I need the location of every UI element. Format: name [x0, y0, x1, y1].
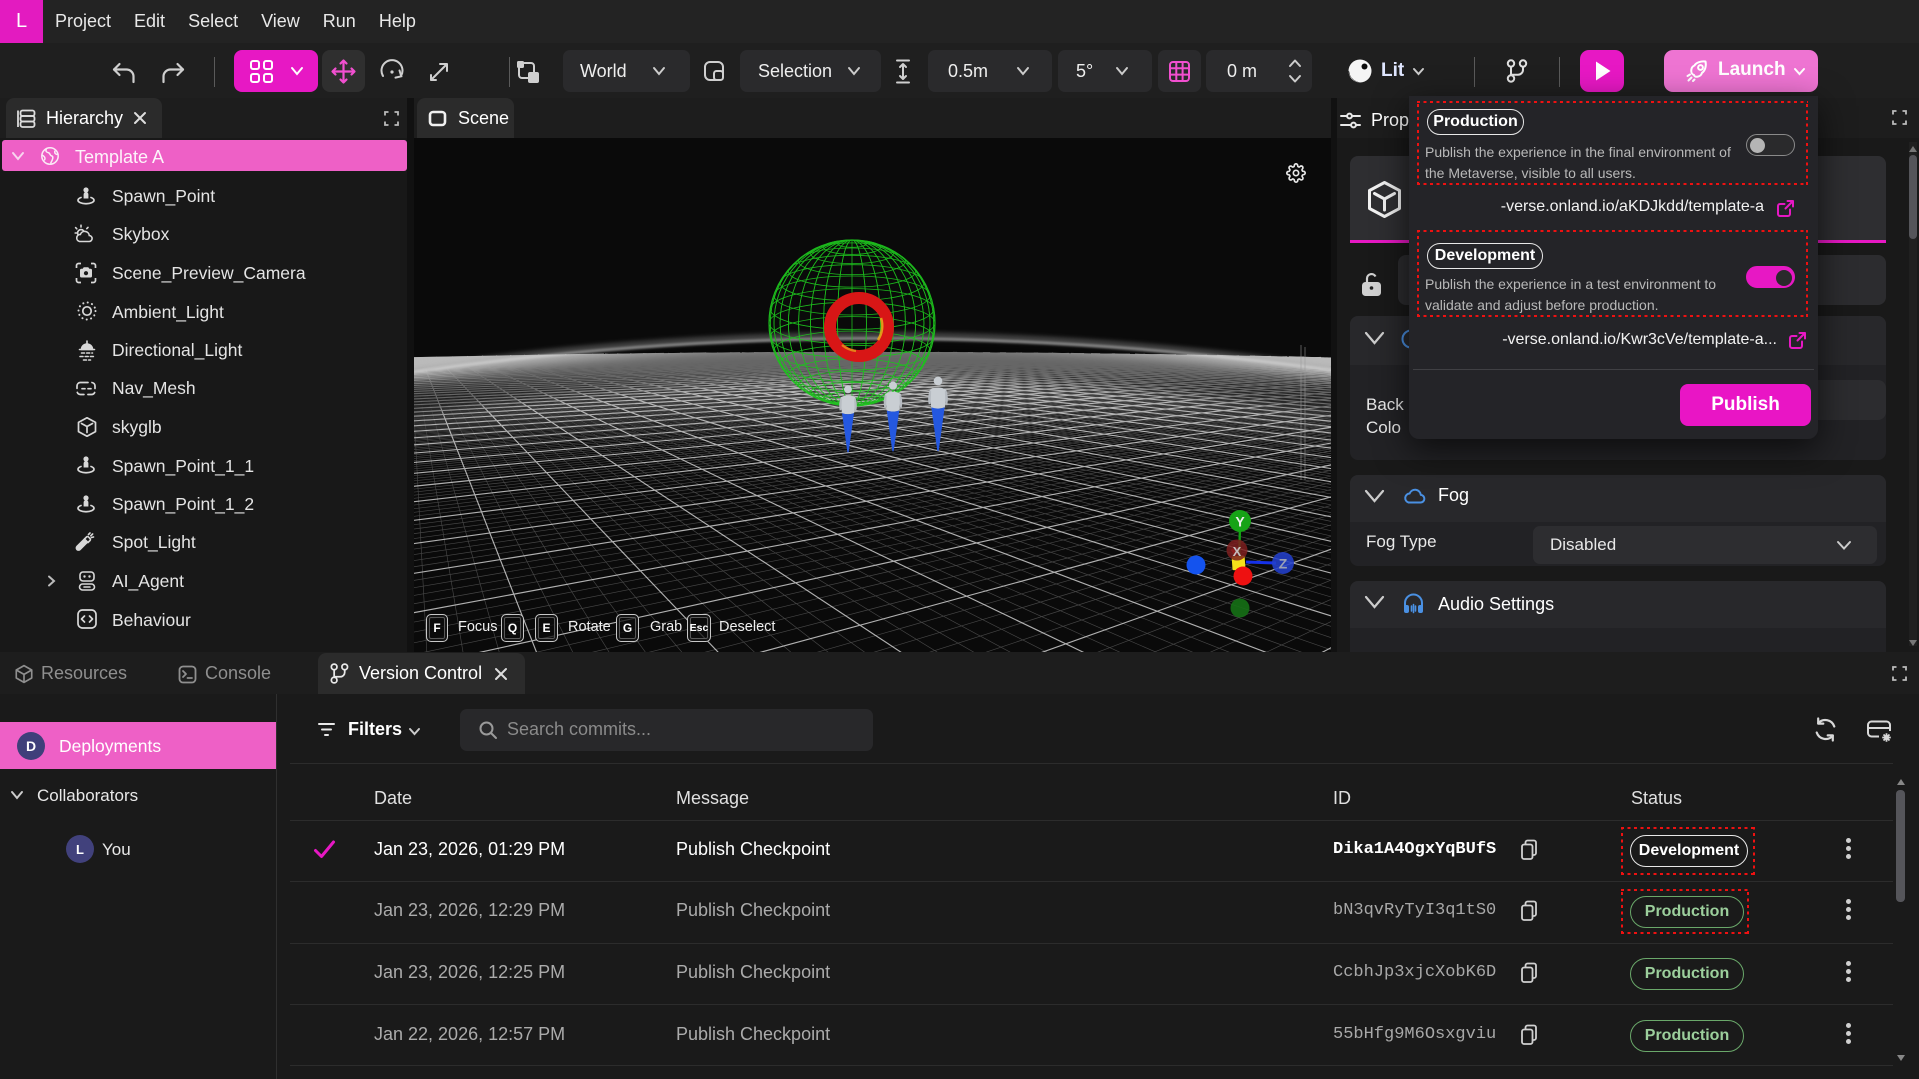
svg-text:X: X [1233, 544, 1242, 559]
svg-text:Y: Y [1235, 514, 1245, 530]
svg-text:Z: Z [1279, 556, 1288, 572]
